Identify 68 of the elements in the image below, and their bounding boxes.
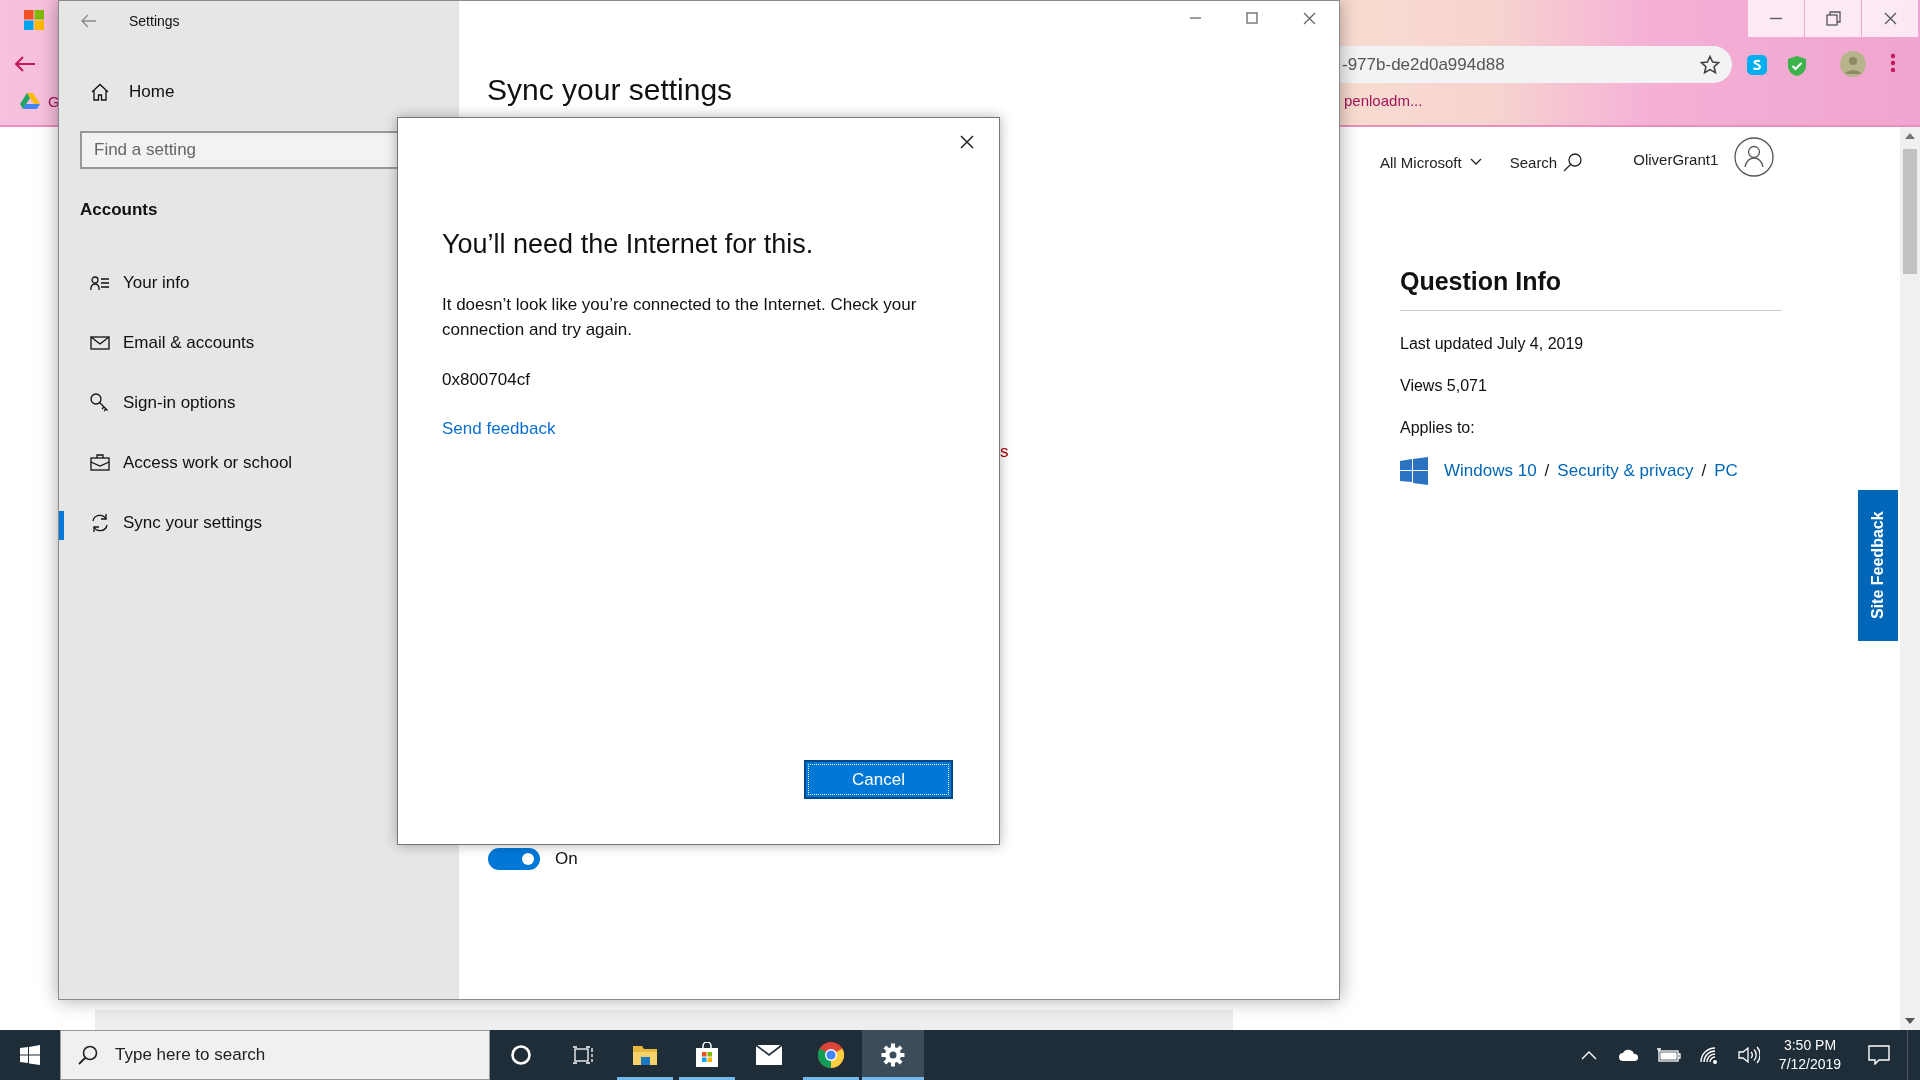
search-field[interactable]: Find a setting bbox=[80, 131, 398, 169]
sidebar-item[interactable]: Email & accounts bbox=[59, 313, 397, 373]
person-list-icon bbox=[90, 275, 110, 291]
bookmark-label[interactable]: penloadm... bbox=[1344, 92, 1423, 109]
section-heading: Accounts bbox=[80, 200, 159, 220]
info-text: Last updated July 4, 2019 bbox=[1400, 335, 1585, 353]
search-label[interactable]: Search bbox=[1509, 153, 1558, 171]
breadcrumb-separator: / bbox=[1544, 461, 1550, 481]
sidebar-item[interactable]: Sync your settings bbox=[59, 493, 397, 553]
drive-icon bbox=[20, 92, 40, 110]
chevron-down-icon[interactable] bbox=[1469, 158, 1482, 166]
scrollbar[interactable] bbox=[1900, 127, 1920, 1030]
circle-icon bbox=[510, 1044, 532, 1066]
user-name[interactable]: OliverGrant1 bbox=[1633, 150, 1719, 168]
error-code: 0x800704cf bbox=[442, 369, 531, 391]
breadcrumb-separator: / bbox=[1701, 461, 1707, 481]
task-view-icon bbox=[572, 1045, 594, 1065]
window-title: Settings bbox=[129, 13, 180, 29]
search-field[interactable]: Type here to search bbox=[60, 1030, 490, 1080]
home-icon bbox=[91, 83, 109, 101]
clock[interactable]: 3:50 PM 7/12/2019 bbox=[1769, 1030, 1851, 1080]
breadcrumb-link[interactable]: Security & privacy bbox=[1557, 461, 1694, 481]
breadcrumb-link[interactable]: PC bbox=[1714, 461, 1738, 481]
restore-icon[interactable] bbox=[1805, 0, 1861, 37]
sidebar-item[interactable]: Your info bbox=[59, 253, 397, 313]
page-title: Sync your settings bbox=[487, 73, 734, 107]
dialog-title: You’ll need the Internet for this. bbox=[442, 229, 815, 260]
key-icon bbox=[90, 393, 110, 413]
search-icon[interactable] bbox=[1563, 152, 1584, 172]
windows-logo-icon bbox=[1400, 457, 1428, 485]
info-text: Applies to: bbox=[1400, 419, 1476, 437]
breadcrumb-link[interactable]: Windows 10 bbox=[1444, 461, 1537, 481]
menu-label[interactable]: All Microsoft bbox=[1380, 153, 1462, 171]
section-heading: Question Info bbox=[1400, 267, 1782, 311]
briefcase-icon bbox=[90, 454, 110, 472]
taskbar-button[interactable] bbox=[862, 1030, 924, 1080]
sidebar-item[interactable]: Sign-in options bbox=[59, 373, 397, 433]
site-feedback-tab[interactable]: Site Feedback bbox=[1858, 490, 1898, 641]
address-bar[interactable]: -977b-de2d0a994d88 bbox=[1340, 46, 1732, 83]
scroll-down-arrow-icon[interactable] bbox=[1905, 1018, 1915, 1024]
scroll-up-arrow-icon[interactable] bbox=[1905, 133, 1915, 139]
search-icon bbox=[77, 1044, 99, 1066]
back-arrow-icon[interactable] bbox=[14, 55, 36, 73]
toggle-switch[interactable] bbox=[488, 848, 540, 870]
sync-icon bbox=[90, 513, 110, 533]
mail-icon bbox=[90, 335, 110, 351]
cancel-button[interactable]: Cancel bbox=[804, 760, 953, 799]
error-text: s bbox=[1000, 442, 1010, 462]
envelope-icon bbox=[755, 1044, 783, 1066]
toggle-label: On bbox=[555, 849, 578, 869]
folder-icon bbox=[632, 1044, 658, 1066]
scrollbar-thumb[interactable] bbox=[1903, 149, 1917, 274]
star-icon[interactable] bbox=[1700, 54, 1720, 75]
menu-dots-icon[interactable] bbox=[1890, 53, 1896, 73]
shield-check-icon[interactable] bbox=[1786, 55, 1808, 77]
gear-icon bbox=[881, 1043, 905, 1067]
sidebar-item[interactable]: Access work or school bbox=[59, 433, 397, 493]
info-text: Views 5,071 bbox=[1400, 377, 1488, 395]
scrollbar[interactable] bbox=[95, 1010, 1233, 1030]
chrome-icon bbox=[817, 1041, 845, 1069]
user-avatar-icon[interactable] bbox=[1734, 137, 1775, 177]
back-arrow-icon[interactable] bbox=[81, 14, 97, 28]
home-link[interactable]: Home bbox=[59, 75, 459, 109]
feedback-link[interactable]: Send feedback bbox=[442, 419, 556, 439]
windows-logo-icon bbox=[20, 1045, 40, 1065]
windows-logo-icon bbox=[24, 10, 44, 30]
dialog-message: It doesn’t look like you’re connected to the Internet. Check your connection and try again. bbox=[442, 294, 918, 341]
shopping-bag-icon bbox=[695, 1042, 719, 1068]
